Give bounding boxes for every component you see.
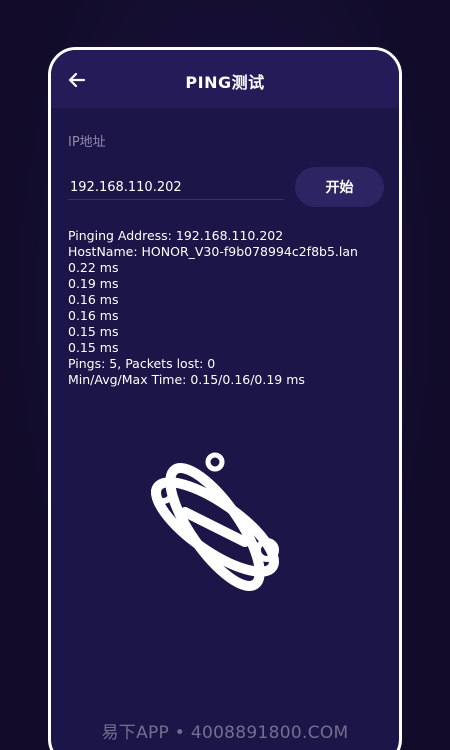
output-line: 0.19 ms <box>68 276 119 291</box>
phone-frame: PING测试 IP地址 开始 Pinging Address: 192.168.… <box>48 47 402 750</box>
watermark: 易下APP • 4008891800.COM <box>101 723 349 743</box>
output-line: HostName: HONOR_V30-f9b078994c2f8b5.lan <box>68 244 358 259</box>
output-line: Min/Avg/Max Time: 0.15/0.16/0.19 ms <box>68 372 305 387</box>
output-line: 0.15 ms <box>68 324 119 339</box>
screen: PING测试 IP地址 开始 Pinging Address: 192.168.… <box>0 0 450 750</box>
output-line: Pings: 5, Packets lost: 0 <box>68 356 216 371</box>
output-line: Pinging Address: 192.168.110.202 <box>68 228 284 243</box>
start-button[interactable]: 开始 <box>295 167 384 207</box>
ip-address-input[interactable] <box>68 175 284 200</box>
output-line: 0.15 ms <box>68 340 119 355</box>
top-bar: PING测试 <box>51 50 399 108</box>
output-line: 0.22 ms <box>68 260 119 275</box>
output-line: 0.16 ms <box>68 292 119 307</box>
ping-output: Pinging Address: 192.168.110.202 HostNam… <box>68 228 391 388</box>
ip-address-label: IP地址 <box>68 135 106 150</box>
page-title: PING测试 <box>185 73 265 92</box>
atom-icon <box>151 452 279 591</box>
output-line: 0.16 ms <box>68 308 119 323</box>
